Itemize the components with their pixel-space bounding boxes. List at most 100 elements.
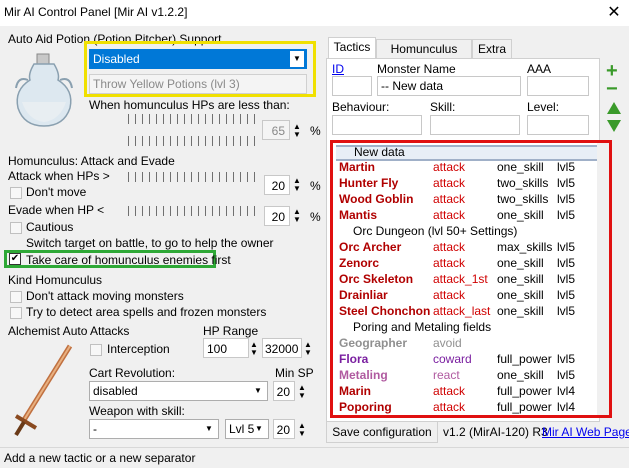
- list-item-beh: react: [433, 368, 460, 382]
- aaa-label: AAA: [527, 62, 552, 76]
- list-item-lvl: lvl5: [557, 256, 576, 270]
- spin-arrows-icon[interactable]: ▲ ▼: [298, 422, 308, 438]
- move-up-icon[interactable]: [607, 102, 621, 114]
- status-bar: Add a new tactic or a new separator: [0, 447, 629, 468]
- list-item[interactable]: Flora coward full_power lvl5: [339, 351, 609, 367]
- evade-hp-slider[interactable]: [128, 206, 258, 216]
- list-item[interactable]: Marin attack full_power lvl4: [339, 383, 609, 399]
- close-icon[interactable]: ✕: [604, 2, 624, 22]
- cautious-checkbox[interactable]: [10, 222, 22, 234]
- status-text: Add a new tactic or a new separator: [4, 451, 196, 465]
- kind-opt1-checkbox[interactable]: [10, 291, 22, 303]
- min-sp-input[interactable]: 20: [273, 381, 295, 401]
- list-item[interactable]: Geographer avoid: [339, 335, 609, 351]
- hp-min-value: 100: [207, 342, 228, 356]
- hp-min-input[interactable]: 100: [203, 338, 249, 358]
- list-item-name: Marin: [339, 384, 372, 398]
- weapon-value: -: [93, 422, 97, 436]
- id-input[interactable]: [332, 76, 372, 96]
- list-item[interactable]: Hunter Fly attack two_skills lvl5: [339, 175, 609, 191]
- take-care-checkbox[interactable]: ✔: [9, 253, 21, 265]
- aaa-input[interactable]: [527, 76, 589, 96]
- list-item[interactable]: Orc Archer attack max_skills lvl5: [339, 239, 609, 255]
- attack-hp-input[interactable]: 20: [264, 175, 290, 195]
- hp-max-input[interactable]: 32000: [262, 338, 302, 358]
- evade-unit: %: [310, 210, 321, 224]
- attack-hp-slider[interactable]: [128, 172, 258, 182]
- kind-opt2-checkbox[interactable]: [10, 307, 22, 319]
- list-item[interactable]: Martin attack one_skill lvl5: [339, 159, 609, 175]
- list-item-lvl: lvl5: [557, 240, 576, 254]
- list-item[interactable]: Mantis attack one_skill lvl5: [339, 207, 609, 223]
- spin-arrows-icon[interactable]: ▲ ▼: [304, 341, 314, 357]
- interception-checkbox[interactable]: [90, 344, 102, 356]
- cart-rev-value: disabled: [93, 384, 138, 398]
- behaviour-label: Behaviour:: [332, 100, 390, 114]
- list-item[interactable]: Orc Skeleton attack_1st one_skill lvl5: [339, 271, 609, 287]
- remove-icon[interactable]: −: [606, 79, 618, 99]
- tab-tactics[interactable]: Tactics: [328, 37, 376, 59]
- potion-hp-input[interactable]: 65: [262, 120, 290, 140]
- list-item[interactable]: Zenorc attack one_skill lvl5: [339, 255, 609, 271]
- list-item-lvl: lvl5: [557, 176, 576, 190]
- list-item-name: Hunter Fly: [339, 176, 399, 190]
- list-item-name: Metaling: [339, 368, 388, 382]
- tab-homunculus-skills[interactable]: Homunculus Skills: [376, 39, 472, 74]
- list-item-name: Martin: [339, 160, 375, 174]
- chevron-down-icon: ▼: [205, 424, 213, 433]
- spin-arrows-icon[interactable]: ▲ ▼: [250, 341, 260, 357]
- list-item-lvl: lvl5: [557, 368, 576, 382]
- web-page-link[interactable]: Mir AI Web Page: [542, 425, 629, 439]
- list-item-skill: max_skills: [497, 240, 553, 254]
- list-item-lvl: lvl5: [557, 272, 576, 286]
- list-item[interactable]: Drainliar attack one_skill lvl5: [339, 287, 609, 303]
- list-item-skill: full_power: [497, 352, 552, 366]
- skill-select[interactable]: [430, 115, 520, 135]
- behaviour-select[interactable]: [332, 115, 422, 135]
- tactics-list[interactable]: New data Martin attack one_skill lvl5 Hunter…: [330, 140, 612, 418]
- potion-mode-value: Disabled: [93, 52, 140, 66]
- save-button[interactable]: Save configuration: [326, 421, 438, 443]
- id-label[interactable]: ID: [332, 62, 344, 76]
- spin-arrows-icon[interactable]: ▲ ▼: [293, 208, 303, 224]
- hp-max-value: 32000: [265, 342, 299, 356]
- list-item-name: Flora: [339, 352, 369, 366]
- list-item[interactable]: Poporing attack full_power lvl4: [339, 399, 609, 415]
- weapon-sp-input[interactable]: 20: [273, 419, 295, 439]
- cart-rev-select[interactable]: disabled ▼: [89, 381, 268, 401]
- weapon-select[interactable]: - ▼: [89, 419, 219, 439]
- list-item-skill: one_skill: [497, 288, 544, 302]
- list-separator[interactable]: Poring and Metaling fields: [353, 320, 491, 336]
- potion-type-select[interactable]: Throw Yellow Potions (lvl 3): [89, 74, 307, 94]
- title-bar: Mir AI Control Panel [Mir AI v1.2.2] ✕: [0, 0, 629, 26]
- list-separator[interactable]: Orc Dungeon (lvl 50+ Settings): [353, 224, 517, 240]
- spin-arrows-icon[interactable]: ▲ ▼: [293, 177, 303, 193]
- list-item[interactable]: Wood Goblin attack two_skills lvl5: [339, 191, 609, 207]
- list-item[interactable]: Steel Chonchon attack_last one_skill lvl5: [339, 303, 609, 319]
- level-select[interactable]: [527, 115, 589, 135]
- list-item-beh: attack: [433, 240, 466, 254]
- potion-hp-slider[interactable]: [128, 114, 258, 124]
- evade-hp-input[interactable]: 20: [264, 206, 290, 226]
- list-item-skill: full_power: [497, 384, 552, 398]
- kind-group-title: Kind Homunculus: [8, 273, 103, 287]
- kind-opt1-label: Don't attack moving monsters: [26, 289, 184, 303]
- list-item-beh: attack: [433, 160, 466, 174]
- spin-arrows-icon[interactable]: ▲ ▼: [298, 384, 308, 400]
- list-item-skill: two_skills: [497, 176, 549, 190]
- dont-move-checkbox[interactable]: [10, 187, 22, 199]
- list-item-name: Steel Chonchon: [339, 304, 431, 318]
- spin-arrows-icon[interactable]: ▲ ▼: [293, 123, 303, 139]
- alchemist-group-title: Alchemist Auto Attacks: [8, 324, 130, 338]
- list-item[interactable]: Metaling react one_skill lvl5: [339, 367, 609, 383]
- tab-extra[interactable]: Extra: [472, 39, 512, 59]
- monster-name-input[interactable]: -- New data: [377, 76, 521, 96]
- move-down-icon[interactable]: [607, 120, 621, 132]
- potion-mode-select[interactable]: Disabled ▼: [89, 49, 307, 69]
- save-button-label: Save configuration: [332, 425, 432, 439]
- weapon-lvl-select[interactable]: Lvl 5 ▼: [225, 419, 269, 439]
- kind-opt2-label: Try to detect area spells and frozen mon…: [26, 305, 267, 319]
- list-item-lvl: lvl5: [557, 304, 576, 318]
- attack-hp-value: 20: [271, 179, 285, 193]
- switch-target-label[interactable]: Switch target on battle, to go to help t…: [26, 236, 274, 250]
